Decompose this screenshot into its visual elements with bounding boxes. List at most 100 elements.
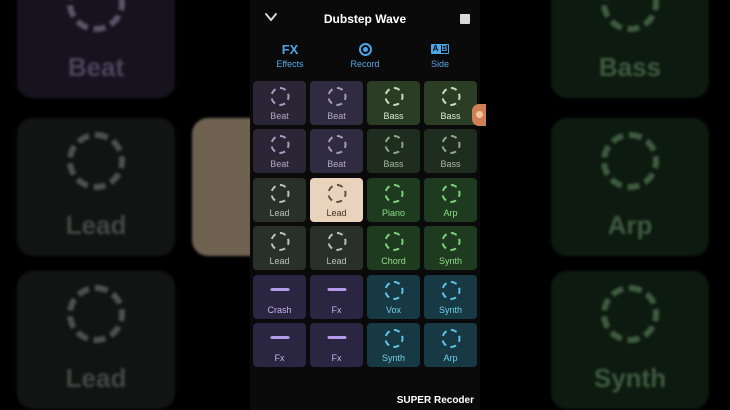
dashed-ring-icon	[441, 184, 460, 203]
dash-line-icon	[270, 288, 289, 291]
dashed-ring-icon	[384, 135, 403, 154]
pad-label: Lead	[269, 208, 290, 218]
pad-button[interactable]: Lead	[253, 226, 306, 270]
tab-label: Effects	[276, 59, 304, 69]
pad-button[interactable]: Beat	[310, 129, 363, 173]
pad-button[interactable]: Lead	[253, 178, 306, 222]
pad-label: Synth	[381, 353, 405, 363]
top-bar: Dubstep Wave	[250, 0, 480, 38]
dashed-ring-icon	[327, 184, 346, 203]
pad-label: Synth	[438, 305, 462, 315]
pad-button[interactable]: Synth	[424, 275, 477, 319]
background-pad-label: Bass	[598, 52, 662, 82]
pad-label: Bass	[440, 159, 461, 169]
floating-record-bubble[interactable]	[472, 104, 486, 126]
pad-button[interactable]: Bass	[367, 129, 420, 173]
dashed-ring-icon	[441, 232, 460, 251]
dash-line-icon	[327, 336, 346, 339]
dashed-ring-icon	[441, 281, 460, 300]
tab-label: Side	[430, 59, 449, 69]
dashed-ring-icon	[327, 232, 346, 251]
pad-button[interactable]: Lead	[310, 178, 363, 222]
dashed-ring-icon	[601, 0, 659, 32]
pad-label: Synth	[438, 256, 462, 266]
background-pad: Arp	[551, 118, 709, 256]
dashed-ring-icon	[384, 87, 403, 106]
tab-bar: FX Effects Record AB Side	[250, 40, 480, 74]
pad-button[interactable]: Bass	[424, 129, 477, 173]
pad-button[interactable]: Bass	[424, 81, 477, 125]
pad-label: Arp	[443, 353, 458, 363]
dashed-ring-icon	[270, 232, 289, 251]
pad-button[interactable]: Arp	[424, 178, 477, 222]
pad-button[interactable]: Beat	[253, 129, 306, 173]
pad-label: Fx	[274, 353, 285, 363]
pad-grid: Beat Beat Bass Bass Beat Beat Bass Bass Lead Lead…	[253, 81, 477, 369]
tab-effects[interactable]: FX Effects	[255, 40, 325, 70]
dashed-ring-icon	[270, 87, 289, 106]
watermark: SUPER Recoder	[396, 395, 474, 406]
pad-label: Fx	[331, 353, 342, 363]
dashed-ring-icon	[270, 135, 289, 154]
dash-line-icon	[327, 288, 346, 291]
pad-button[interactable]: Vox	[367, 275, 420, 319]
dashed-ring-icon	[384, 232, 403, 251]
pad-button[interactable]: Piano	[367, 178, 420, 222]
pad-label: Beat	[327, 159, 346, 169]
pad-label: Bass	[440, 111, 461, 121]
dashed-ring-icon	[384, 184, 403, 203]
dashed-ring-icon	[601, 285, 659, 343]
background-pad: Lead	[17, 271, 175, 409]
dashed-ring-icon	[67, 0, 125, 32]
pad-button[interactable]: Chord	[367, 226, 420, 270]
pad-label: Lead	[269, 256, 290, 266]
pad-button[interactable]: Fx	[310, 275, 363, 319]
dashed-ring-icon	[327, 135, 346, 154]
pad-button[interactable]: Arp	[424, 323, 477, 367]
pad-label: Bass	[383, 159, 404, 169]
ab-side-icon: AB	[431, 44, 449, 54]
pad-button[interactable]: Beat	[253, 81, 306, 125]
pad-label: Lead	[326, 208, 347, 218]
pad-label: Beat	[270, 111, 289, 121]
dashed-ring-icon	[67, 132, 125, 190]
dashed-ring-icon	[441, 87, 460, 106]
dashed-ring-icon	[601, 132, 659, 190]
tab-record[interactable]: Record	[330, 40, 400, 69]
dashed-ring-icon	[441, 329, 460, 348]
pad-label: Beat	[327, 111, 346, 121]
background-pad-label: Lead	[65, 363, 127, 393]
pad-label: Fx	[331, 305, 342, 315]
pad-button[interactable]: Synth	[424, 226, 477, 270]
pad-button[interactable]: Crash	[253, 275, 306, 319]
background-pad: Synth	[551, 271, 709, 409]
dashed-ring-icon	[327, 87, 346, 106]
background-pad: Bass	[551, 0, 709, 98]
stop-icon[interactable]	[460, 14, 470, 24]
pad-button[interactable]: Synth	[367, 323, 420, 367]
pad-button[interactable]: Beat	[310, 81, 363, 125]
pad-label: Chord	[381, 256, 406, 266]
fx-icon: FX	[281, 41, 299, 57]
pad-label: Crash	[267, 305, 292, 315]
pad-label: Piano	[381, 208, 406, 218]
pad-button[interactable]: Bass	[367, 81, 420, 125]
pad-label: Beat	[270, 159, 289, 169]
app-window: Dubstep Wave FX Effects Record AB Side B…	[250, 0, 480, 410]
pad-button[interactable]: Lead	[310, 226, 363, 270]
pad-label: Lead	[326, 256, 347, 266]
dashed-ring-icon	[441, 135, 460, 154]
background-pad-label: Lead	[65, 210, 127, 240]
pad-label: Bass	[383, 111, 404, 121]
pad-button[interactable]: Fx	[253, 323, 306, 367]
background-pad: Beat	[17, 0, 175, 98]
record-icon	[358, 42, 372, 56]
pad-button[interactable]: Fx	[310, 323, 363, 367]
background-pad: Lead	[17, 118, 175, 256]
background-pad-label: Beat	[67, 52, 125, 82]
pad-label: Vox	[385, 305, 401, 315]
dashed-ring-icon	[384, 329, 403, 348]
dash-line-icon	[270, 336, 289, 339]
tab-label: Record	[350, 59, 380, 69]
tab-side[interactable]: AB Side	[405, 40, 475, 69]
